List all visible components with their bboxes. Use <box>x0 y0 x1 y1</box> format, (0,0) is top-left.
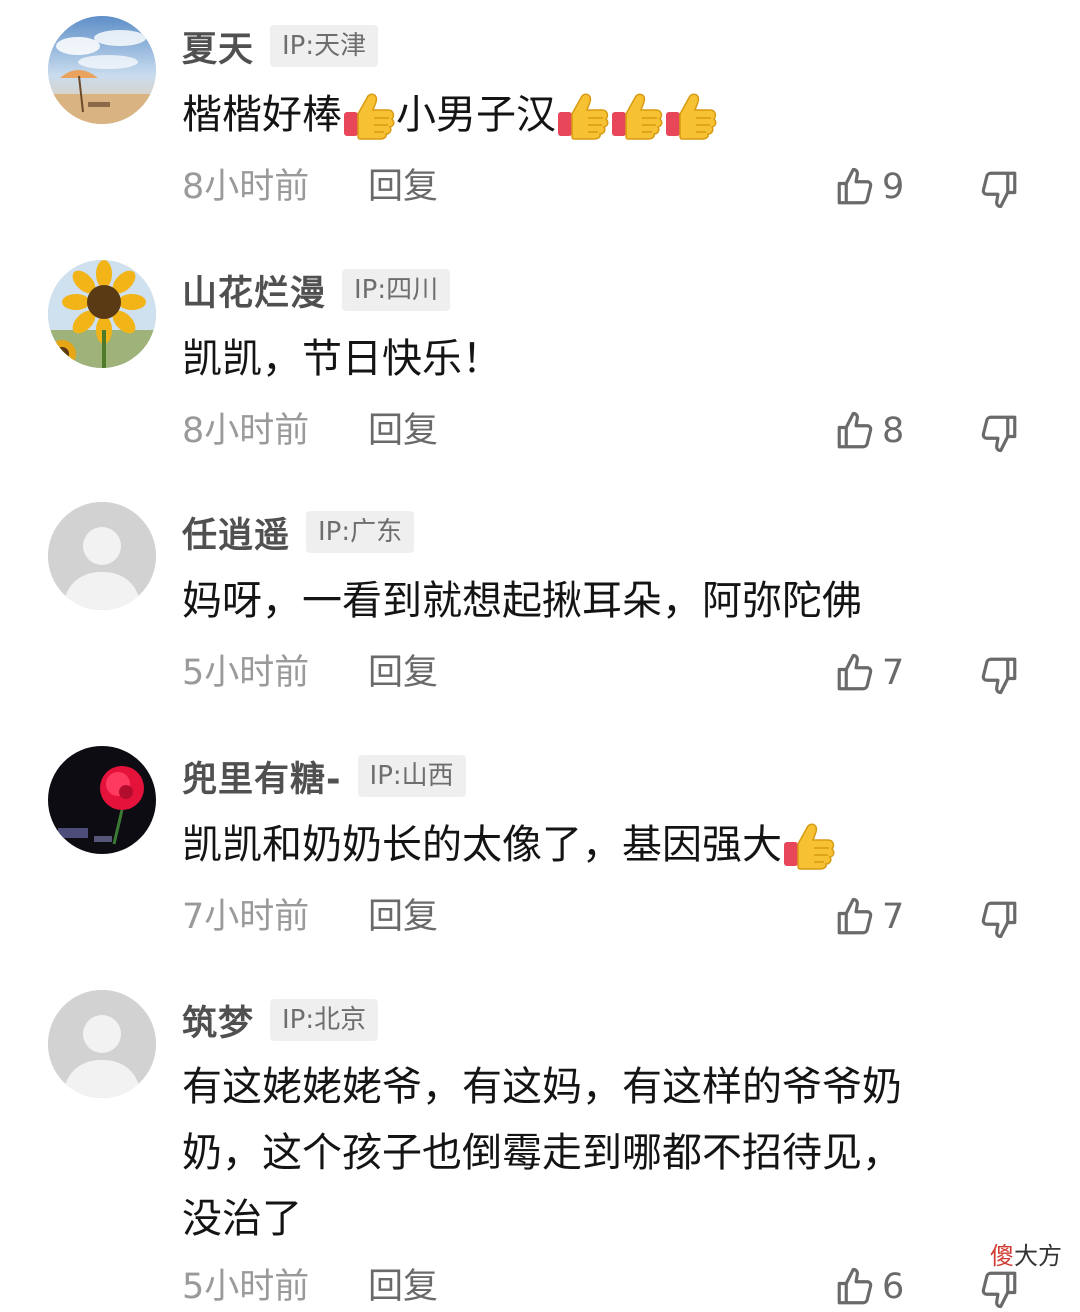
watermark-text: 傻 <box>990 1242 1014 1270</box>
timestamp: 5小时前 <box>182 653 310 693</box>
thumbs-up-outline-icon[interactable] <box>834 896 876 938</box>
reply-button[interactable]: 回复 <box>368 1262 438 1312</box>
comment-text-part: 小男子汉 <box>396 92 556 138</box>
comment-meta: 5小时前 回复 6 <box>182 1262 1032 1312</box>
thumbs-up-emoji-icon <box>664 90 718 140</box>
reply-button[interactable]: 回复 <box>368 406 438 456</box>
username[interactable]: 任逍遥 <box>182 507 290 558</box>
comment-text: 楷楷好棒 小男子汉 <box>182 82 1012 148</box>
comment-text: 凯凯和奶奶长的太像了，基因强大 <box>182 812 1012 878</box>
avatar[interactable] <box>48 990 156 1098</box>
red-rose-avatar-icon <box>48 746 156 854</box>
thumbs-down-outline-icon[interactable] <box>978 1268 1020 1310</box>
watermark: 傻大方 <box>990 1236 1062 1271</box>
comment-text: 妈呀，一看到就想起揪耳朵，阿弥陀佛 <box>182 578 862 624</box>
thumbs-up-emoji-icon <box>610 90 664 140</box>
comment-meta: 8小时前 回复 8 <box>182 406 1032 456</box>
avatar[interactable] <box>48 260 156 368</box>
thumbs-up-emoji-icon <box>782 820 836 870</box>
timestamp: 8小时前 <box>182 411 310 451</box>
comment-meta: 7小时前 回复 7 <box>182 892 1032 942</box>
comment-text-part: 凯凯和奶奶长的太像了，基因强大 <box>182 822 782 868</box>
reply-button[interactable]: 回复 <box>368 892 438 942</box>
comment-text: 凯凯，节日快乐！ <box>182 336 502 382</box>
comment-text-part: 楷楷好棒 <box>182 92 342 138</box>
thumbs-down-outline-icon[interactable] <box>978 168 1020 210</box>
comment-text: 有这姥姥姥爷，有这妈，有这样的爷爷奶 奶，这个孩子也倒霉走到哪都不招待见， 没治… <box>182 1054 1012 1252</box>
avatar[interactable] <box>48 746 156 854</box>
default-user-icon <box>48 502 156 610</box>
thumbs-down-outline-icon[interactable] <box>978 412 1020 454</box>
thumbs-up-outline-icon[interactable] <box>834 166 876 208</box>
comment-text-line: 有这姥姥姥爷，有这妈，有这样的爷爷奶 <box>182 1064 902 1110</box>
username[interactable]: 兜里有糖- <box>182 751 342 802</box>
timestamp: 8小时前 <box>182 167 310 207</box>
ip-location-badge: IP:北京 <box>270 999 379 1041</box>
thumbs-up-emoji-icon <box>342 90 396 140</box>
like-count: 6 <box>882 1267 905 1307</box>
reply-button[interactable]: 回复 <box>368 648 438 698</box>
like-count: 8 <box>882 411 905 451</box>
thumbs-down-outline-icon[interactable] <box>978 898 1020 940</box>
comment-meta: 5小时前 回复 7 <box>182 648 1032 698</box>
timestamp: 7小时前 <box>182 897 310 937</box>
thumbs-down-outline-icon[interactable] <box>978 654 1020 696</box>
comment-text-line: 奶，这个孩子也倒霉走到哪都不招待见， <box>182 1130 902 1176</box>
ip-location-badge: IP:四川 <box>342 269 451 311</box>
thumbs-up-outline-icon[interactable] <box>834 1266 876 1308</box>
like-count: 7 <box>882 653 905 693</box>
ip-location-badge: IP:山西 <box>357 755 466 797</box>
sunflower-avatar-icon <box>48 260 156 368</box>
avatar[interactable] <box>48 16 156 124</box>
ip-location-badge: IP:天津 <box>270 25 379 67</box>
comment-meta: 8小时前 回复 9 <box>182 162 1032 212</box>
username[interactable]: 筑梦 <box>182 995 254 1046</box>
reply-button[interactable]: 回复 <box>368 162 438 212</box>
username[interactable]: 山花烂漫 <box>182 265 326 316</box>
thumbs-up-outline-icon[interactable] <box>834 410 876 452</box>
beach-umbrella-avatar-icon <box>48 16 156 124</box>
timestamp: 5小时前 <box>182 1267 310 1307</box>
watermark-text: 大方 <box>1014 1242 1062 1270</box>
thumbs-up-outline-icon[interactable] <box>834 652 876 694</box>
avatar[interactable] <box>48 502 156 610</box>
thumbs-up-emoji-icon <box>556 90 610 140</box>
default-user-icon <box>48 990 156 1098</box>
like-count: 7 <box>882 897 905 937</box>
ip-location-badge: IP:广东 <box>306 511 415 553</box>
like-count: 9 <box>882 167 905 207</box>
username[interactable]: 夏天 <box>182 21 254 72</box>
comment-text-line: 没治了 <box>182 1196 302 1242</box>
